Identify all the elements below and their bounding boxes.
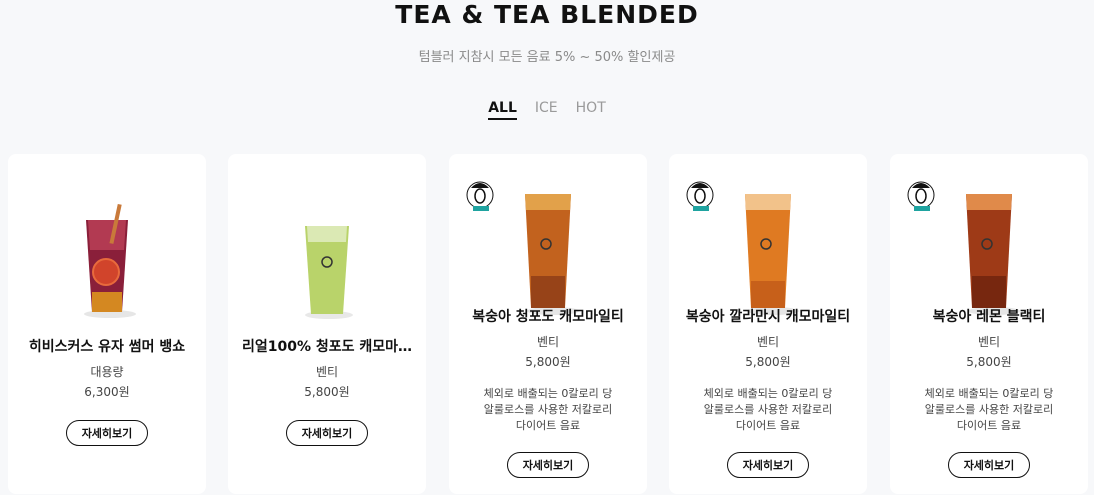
product-price: 5,800원 xyxy=(304,385,350,399)
product-size: 대용량 xyxy=(90,365,124,379)
drink-image xyxy=(305,226,353,319)
details-button[interactable]: 자세히보기 xyxy=(727,452,809,478)
drink-image xyxy=(84,203,136,318)
page-subtitle: 텀블러 지참시 모든 음료 5% ~ 50% 할인제공 xyxy=(418,50,676,65)
page: TEA & TEA BLENDED 텀블러 지참시 모든 음료 5% ~ 50%… xyxy=(0,0,1094,495)
product-card[interactable]: 히비스커스 유자 썸머 뱅쇼 대용량 6,300원 자세히보기 xyxy=(8,154,206,494)
product-card[interactable]: 리얼100% 청포도 캐모마… 벤티 5,800원 자세히보기 xyxy=(228,154,426,494)
product-size: 벤티 xyxy=(536,335,560,349)
tab-hot[interactable]: HOT xyxy=(576,100,606,120)
product-name[interactable]: 복숭아 레몬 블랙티 xyxy=(900,306,1078,326)
product-name[interactable]: 히비스커스 유자 썸머 뱅쇼 xyxy=(18,336,196,356)
page-title: TEA & TEA BLENDED xyxy=(395,0,699,29)
product-name[interactable]: 복숭아 깔라만시 캐모마일티 xyxy=(679,306,857,326)
product-card[interactable]: 복숭아 레몬 블랙티 벤티 5,800원 체외로 배출되는 0칼로리 당 알룰로… xyxy=(890,154,1088,494)
product-description: 체외로 배출되는 0칼로리 당 알룰로스를 사용한 저칼로리 다이어트 음료 xyxy=(924,387,1054,432)
details-button[interactable]: 자세히보기 xyxy=(507,452,589,478)
product-size: 벤티 xyxy=(977,335,1001,349)
product-name[interactable]: 리얼100% 청포도 캐모마… xyxy=(238,336,416,356)
product-price: 5,800원 xyxy=(525,355,571,369)
product-price: 5,800원 xyxy=(966,355,1012,369)
zero-calorie-badge-icon xyxy=(686,181,714,211)
product-price: 6,300원 xyxy=(84,385,130,399)
product-description: 체외로 배출되는 0칼로리 당 알룰로스를 사용한 저칼로리 다이어트 음료 xyxy=(703,387,833,432)
details-button[interactable]: 자세히보기 xyxy=(948,452,1030,478)
zero-calorie-badge-icon xyxy=(466,181,494,211)
details-button[interactable]: 자세히보기 xyxy=(66,420,148,446)
drink-image xyxy=(966,194,1020,315)
category-tabs: ALL ICE HOT xyxy=(0,100,1094,120)
zero-calorie-badge-icon xyxy=(907,181,935,211)
product-price: 5,800원 xyxy=(745,355,791,369)
product-description: 체외로 배출되는 0칼로리 당 알룰로스를 사용한 저칼로리 다이어트 음료 xyxy=(483,387,613,432)
tab-ice[interactable]: ICE xyxy=(535,100,558,120)
product-name[interactable]: 복숭아 청포도 캐모마일티 xyxy=(459,306,637,326)
drink-image xyxy=(525,194,579,315)
product-card[interactable]: 복숭아 깔라만시 캐모마일티 벤티 5,800원 체외로 배출되는 0칼로리 당… xyxy=(669,154,867,494)
product-card[interactable]: 복숭아 청포도 캐모마일티 벤티 5,800원 체외로 배출되는 0칼로리 당 … xyxy=(449,154,647,494)
product-size: 벤티 xyxy=(756,335,780,349)
product-size: 벤티 xyxy=(315,365,339,379)
drink-image xyxy=(745,194,799,315)
details-button[interactable]: 자세히보기 xyxy=(286,420,368,446)
tab-all[interactable]: ALL xyxy=(488,100,517,120)
